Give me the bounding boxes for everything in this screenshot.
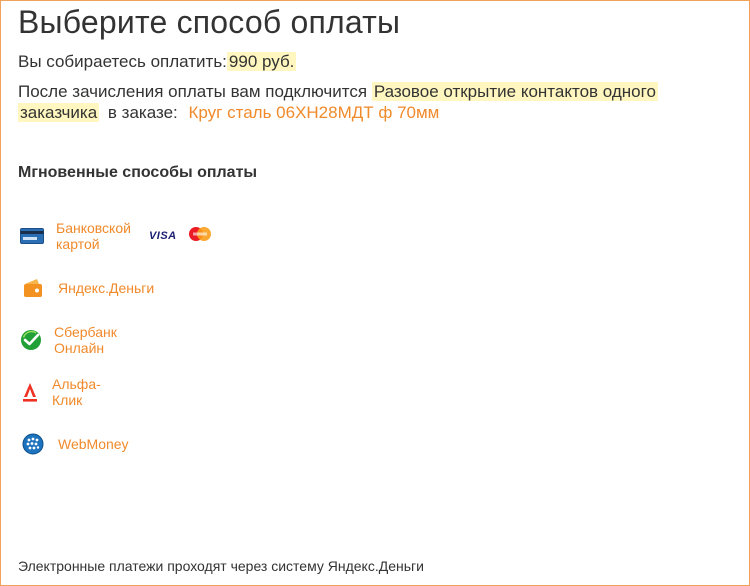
- method-webmoney[interactable]: WebMoney: [20, 430, 129, 458]
- sberbank-icon: [20, 327, 42, 353]
- method-label: Сбербанк Онлайн: [54, 324, 117, 356]
- amount-line: Вы собираетесь оплатить: 990 руб.: [18, 52, 297, 72]
- mastercard-logo-icon: [187, 226, 213, 247]
- visa-logo-icon: VISA: [148, 230, 177, 242]
- card-brands: VISA: [149, 226, 213, 247]
- method-yandex-money[interactable]: Яндекс.Деньги: [20, 274, 154, 302]
- method-bank-card[interactable]: Банковской картой VISA: [20, 220, 213, 252]
- footer-note: Электронные платежи проходят через систе…: [18, 558, 424, 574]
- yandex-money-icon: [20, 275, 46, 301]
- method-sberbank[interactable]: Сбербанк Онлайн: [20, 324, 121, 356]
- service-name-part1: Разовое открытие контактов одного: [371, 82, 658, 101]
- order-name: Круг сталь 06ХН28МДТ ф 70мм: [188, 103, 440, 122]
- bank-card-icon: [20, 223, 44, 249]
- connect-prefix: После зачисления оплаты вам подключится: [18, 82, 368, 101]
- amount-value: 990 руб.: [226, 52, 297, 71]
- connect-line: После зачисления оплаты вам подключится …: [18, 82, 658, 102]
- webmoney-icon: [20, 431, 46, 457]
- method-label: WebMoney: [58, 436, 129, 452]
- method-alfa-click[interactable]: Альфа-Клик: [20, 376, 107, 408]
- method-label: Яндекс.Деньги: [58, 280, 155, 296]
- amount-prefix: Вы собираетесь оплатить:: [18, 52, 227, 71]
- page-title: Выберите способ оплаты: [18, 4, 401, 40]
- section-title: Мгновенные способы оплаты: [18, 164, 258, 181]
- order-prefix: в заказе:: [107, 103, 178, 122]
- alfa-bank-icon: [20, 379, 40, 405]
- method-label: Альфа-Клик: [52, 376, 101, 408]
- service-name-part2: заказчика: [18, 103, 100, 122]
- order-line: заказчика в заказе: Круг сталь 06ХН28МДТ…: [18, 103, 439, 123]
- method-label: Банковской картой: [56, 220, 131, 252]
